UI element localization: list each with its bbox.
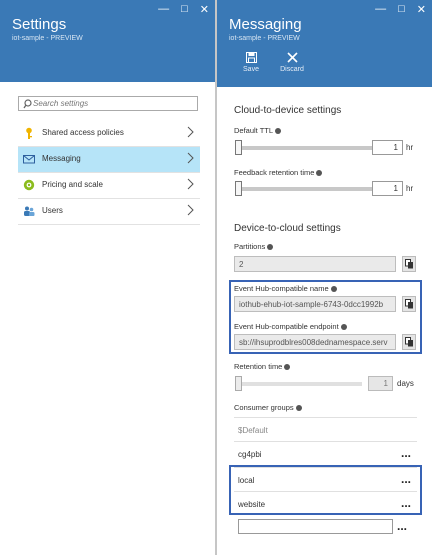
info-icon[interactable] — [330, 286, 337, 293]
more-options-button[interactable]: ... — [397, 519, 407, 533]
menu-item-label: Users — [42, 206, 63, 215]
discard-icon — [286, 52, 298, 63]
consumer-group-name: $Default — [238, 426, 268, 435]
retention-time-value: 1 — [368, 376, 393, 391]
users-icon — [24, 206, 35, 216]
menu-item-label: Pricing and scale — [42, 180, 103, 189]
consumer-group-row: $Default — [234, 417, 417, 441]
menu-item-messaging[interactable]: Messaging — [18, 147, 200, 173]
consumer-group-row[interactable]: local ... — [234, 467, 417, 491]
retention-time-slider — [234, 376, 364, 391]
consumer-group-row[interactable]: cg4pbi ... — [234, 441, 417, 465]
event-hub-name-value[interactable]: iothub-ehub-iot-sample-6743-0dcc1992b — [234, 296, 396, 312]
menu-item-label: Shared access policies — [42, 128, 124, 137]
copy-event-hub-endpoint-button[interactable] — [402, 334, 416, 350]
default-ttl-value[interactable]: 1 — [372, 140, 403, 155]
info-icon[interactable] — [284, 364, 291, 371]
minimize-icon[interactable]: — — [375, 3, 386, 16]
info-icon[interactable] — [340, 324, 347, 331]
messaging-blade-title: Messaging — [229, 16, 302, 33]
retention-time-label: Retention time — [234, 362, 283, 371]
chevron-right-icon — [187, 152, 194, 164]
messaging-blade-header: Messaging iot-sample - PREVIEW — □ ✕ Sav… — [217, 0, 432, 87]
event-hub-endpoint-value[interactable]: sb://ihsuprodblres008dednamespace.serv — [234, 334, 396, 350]
default-ttl-unit: hr — [406, 143, 414, 152]
settings-blade: Settings iot-sample - PREVIEW — □ ✕ Shar… — [0, 0, 215, 555]
feedback-retention-unit: hr — [406, 184, 414, 193]
search-settings-field[interactable] — [18, 96, 198, 111]
consumer-group-name: cg4pbi — [238, 450, 262, 459]
copy-partitions-button[interactable] — [402, 256, 416, 272]
maximize-icon[interactable]: □ — [181, 3, 188, 16]
feedback-retention-value[interactable]: 1 — [372, 181, 403, 196]
messaging-blade: Messaging iot-sample - PREVIEW — □ ✕ Sav… — [217, 0, 432, 555]
maximize-icon[interactable]: □ — [398, 3, 405, 16]
menu-item-pricing-and-scale[interactable]: Pricing and scale — [18, 173, 200, 199]
event-hub-endpoint-label: Event Hub-compatible endpoint — [234, 322, 339, 331]
consumer-group-name: local — [238, 476, 255, 485]
slider-thumb[interactable] — [235, 181, 242, 196]
messaging-blade-subtitle: iot-sample - PREVIEW — [229, 35, 300, 42]
save-button[interactable]: Save — [235, 52, 267, 73]
copy-icon — [405, 259, 413, 269]
consumer-group-name: website — [238, 500, 266, 509]
search-settings-input[interactable] — [33, 97, 193, 110]
settings-menu: Shared access policies Messaging Pricing… — [18, 121, 200, 225]
event-hub-name-label: Event Hub-compatible name — [234, 284, 329, 293]
slider-thumb[interactable] — [235, 140, 242, 155]
menu-item-label: Messaging — [42, 154, 81, 163]
settings-blade-header: Settings iot-sample - PREVIEW — □ ✕ — [0, 0, 215, 82]
cloud-to-device-heading: Cloud-to-device settings — [234, 105, 342, 116]
copy-icon — [405, 337, 413, 347]
partitions-label: Partitions — [234, 242, 266, 251]
info-icon[interactable] — [275, 128, 282, 135]
consumer-groups-label: Consumer groups — [234, 403, 294, 412]
partitions-value: 2 — [234, 256, 396, 272]
info-icon[interactable] — [316, 170, 323, 177]
menu-item-shared-access-policies[interactable]: Shared access policies — [18, 121, 200, 147]
close-icon[interactable]: ✕ — [200, 3, 209, 16]
feedback-retention-slider[interactable] — [234, 181, 386, 196]
key-icon — [26, 127, 32, 139]
settings-blade-title: Settings — [12, 16, 67, 33]
save-label: Save — [243, 66, 259, 73]
chevron-right-icon — [187, 126, 194, 138]
default-ttl-label: Default TTL — [234, 126, 274, 135]
envelope-icon — [23, 155, 35, 164]
discard-label: Discard — [280, 66, 304, 73]
close-icon[interactable]: ✕ — [417, 3, 426, 16]
save-icon — [245, 52, 257, 63]
discard-button[interactable]: Discard — [276, 52, 308, 73]
consumer-group-row[interactable]: website ... — [234, 491, 417, 515]
menu-item-users[interactable]: Users — [18, 199, 200, 225]
minimize-icon[interactable]: — — [158, 3, 169, 16]
retention-time-unit: days — [397, 379, 414, 388]
slider-thumb — [235, 376, 242, 391]
more-options-button[interactable]: ... — [401, 446, 411, 460]
chevron-right-icon — [187, 204, 194, 216]
default-ttl-slider[interactable] — [234, 140, 386, 155]
pricing-gauge-icon — [23, 179, 35, 191]
chevron-right-icon — [187, 178, 194, 190]
more-options-button[interactable]: ... — [401, 496, 411, 510]
settings-blade-subtitle: iot-sample - PREVIEW — [12, 35, 83, 42]
feedback-retention-label: Feedback retention time — [234, 168, 315, 177]
copy-event-hub-name-button[interactable] — [402, 296, 416, 312]
info-icon[interactable] — [267, 244, 274, 251]
info-icon[interactable] — [295, 405, 302, 412]
copy-icon — [405, 299, 413, 309]
more-options-button[interactable]: ... — [401, 472, 411, 486]
new-consumer-group-input[interactable] — [238, 519, 393, 534]
device-to-cloud-heading: Device-to-cloud settings — [234, 223, 341, 234]
search-icon — [23, 99, 32, 109]
